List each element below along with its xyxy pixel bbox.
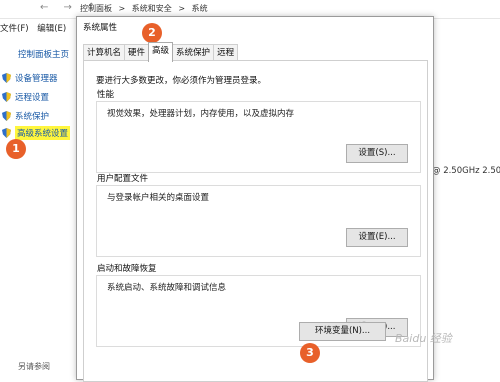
step-marker-2: 2	[142, 23, 162, 43]
group-description: 视觉效果，处理器计划，内存使用，以及虚拟内存	[107, 109, 295, 119]
group-description: 与登录帐户相关的桌面设置	[107, 193, 210, 203]
tab-advanced[interactable]: 高级	[148, 42, 174, 62]
user-profiles-group: 用户配置文件 与登录帐户相关的桌面设置 设置(E)...	[96, 174, 421, 257]
environment-variables-button[interactable]: 环境变量(N)...	[299, 322, 386, 341]
sidebar-item-device-manager[interactable]: 设备管理器	[2, 72, 58, 84]
breadcrumb-item[interactable]: 控制面板	[80, 4, 112, 13]
control-panel-home-link[interactable]: 控制面板主页	[18, 48, 69, 60]
menu-bar: 文件(F) 编辑(E)	[0, 22, 72, 34]
breadcrumb: 控制面板 > 系统和安全 > 系统	[80, 3, 212, 14]
sidebar-item-label: 高级系统设置	[15, 126, 71, 140]
group-title: 用户配置文件	[97, 174, 149, 184]
sidebar-item-remote-settings[interactable]: 远程设置	[2, 91, 49, 103]
breadcrumb-separator: >	[118, 4, 126, 13]
step-marker-3: 3	[300, 343, 320, 363]
menu-file[interactable]: 文件(F)	[0, 24, 29, 34]
dialog-title: 系统属性	[83, 23, 118, 33]
menu-edit[interactable]: 编辑(E)	[37, 24, 66, 34]
group-title: 启动和故障恢复	[97, 264, 157, 274]
sidebar-item-label: 设备管理器	[15, 74, 58, 84]
step-marker-1: 1	[6, 139, 26, 159]
tab-remote[interactable]: 远程	[213, 44, 239, 61]
shield-icon	[2, 128, 11, 138]
processor-info-text: @ 2.50GHz 2.50	[432, 166, 500, 176]
performance-group: 性能 视觉效果，处理器计划，内存使用，以及虚拟内存 设置(S)...	[96, 90, 421, 173]
admin-notice: 要进行大多数更改，你必须作为管理员登录。	[96, 76, 267, 86]
breadcrumb-item[interactable]: 系统	[192, 4, 208, 13]
sidebar-item-system-protection[interactable]: 系统保护	[2, 110, 49, 122]
system-properties-dialog: 系统属性 计算机名 硬件 高级 系统保护 远程 要进行大多数更改，你必须作为管理…	[76, 16, 434, 382]
tab-hardware[interactable]: 硬件	[124, 44, 150, 61]
tab-system-protection[interactable]: 系统保护	[172, 44, 215, 61]
shield-icon	[2, 73, 11, 83]
sidebar-item-label: 远程设置	[15, 93, 50, 103]
watermark-logo: Baidu 经验	[395, 332, 452, 345]
shield-icon	[2, 111, 11, 121]
group-description: 系统启动、系统故障和调试信息	[107, 283, 227, 293]
group-title: 性能	[97, 90, 115, 100]
breadcrumb-item[interactable]: 系统和安全	[132, 4, 172, 13]
sidebar-item-label: 系统保护	[15, 112, 50, 122]
see-also-heading: 另请参阅	[18, 362, 50, 371]
tab-strip: 计算机名 硬件 高级 系统保护 远程	[83, 42, 239, 62]
left-pane: 控制面板主页 设备管理器 远程设置 系统保护 高级系统设置 另请参阅	[0, 40, 78, 375]
breadcrumb-separator: >	[178, 4, 186, 13]
sidebar-item-advanced-system-settings[interactable]: 高级系统设置	[2, 126, 71, 140]
user-profiles-settings-button[interactable]: 设置(E)...	[346, 228, 408, 247]
tab-computer-name[interactable]: 计算机名	[83, 44, 126, 61]
shield-icon	[2, 92, 11, 102]
performance-settings-button[interactable]: 设置(S)...	[346, 144, 408, 163]
